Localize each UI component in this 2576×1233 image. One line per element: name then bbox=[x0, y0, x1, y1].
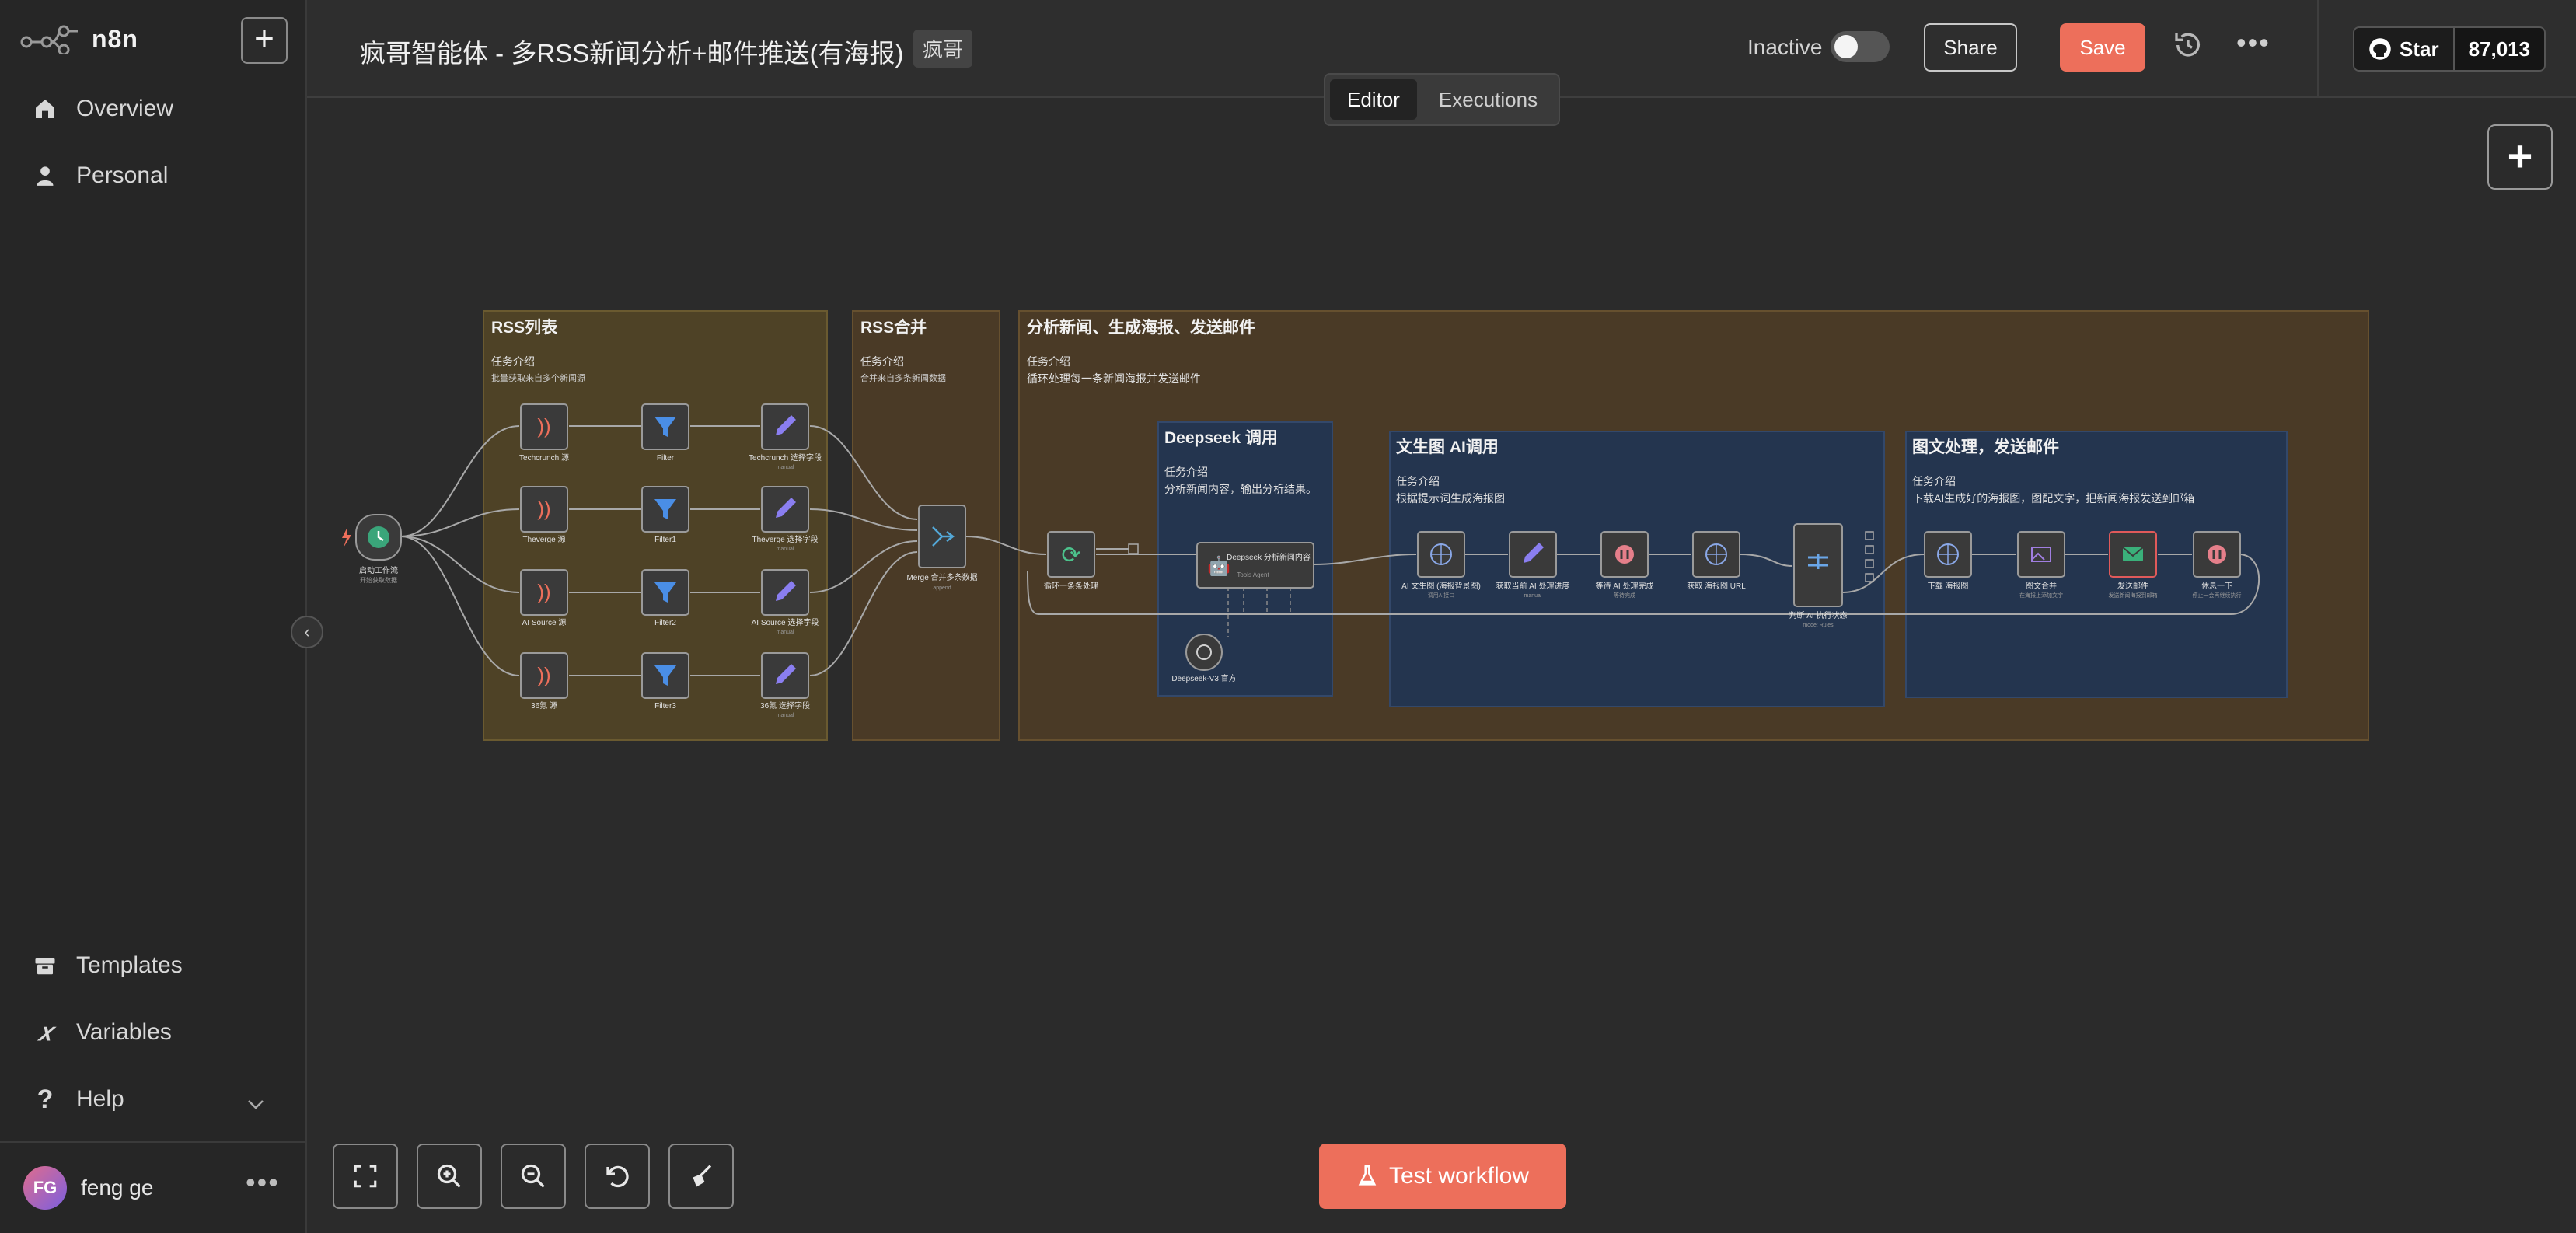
sticky-title: RSS合并 bbox=[860, 318, 927, 337]
sticky-desc: 根据提示词生成海报图 bbox=[1396, 492, 1505, 505]
reset-zoom-button[interactable] bbox=[585, 1144, 650, 1209]
sticky-title: 图文处理，发送邮件 bbox=[1912, 438, 2059, 456]
node-label: Deepseek 分析新闻内容 bbox=[1227, 552, 1311, 562]
node-subtitle: 发送新闻海报到邮箱 bbox=[2109, 592, 2158, 599]
node-label: 获取当前 AI 处理进度 bbox=[1496, 581, 1569, 591]
add-node-button[interactable]: + bbox=[2487, 124, 2553, 190]
node-label: Filter1 bbox=[654, 536, 676, 544]
node-label: 获取 海报图 URL bbox=[1687, 581, 1746, 591]
node-label: 36氪 选择字段 bbox=[760, 700, 810, 711]
sticky-intro: 任务介绍 bbox=[860, 355, 904, 368]
node-label: Techcrunch 选择字段 bbox=[749, 452, 822, 463]
sticky-desc: 合并来自多条新闻数据 bbox=[860, 372, 946, 383]
node-label: Merge 合并多条数据 bbox=[906, 572, 977, 582]
sticky-desc: 分析新闻内容，输出分析结果。 bbox=[1164, 483, 1317, 495]
loop-icon: ⟳ bbox=[1061, 543, 1080, 568]
node-subtitle: manual bbox=[777, 630, 794, 635]
node-label: Filter2 bbox=[654, 619, 676, 627]
trigger-bolt-icon bbox=[342, 529, 351, 547]
workflow-graph: RSS列表 任务介绍 批量获取来自多个新闻源 RSS合并 任务介绍 合并来自多条… bbox=[342, 310, 2369, 741]
node-subtitle: manual bbox=[1524, 593, 1542, 599]
zoom-out-icon bbox=[521, 1164, 545, 1188]
sticky-title: 文生图 AI调用 bbox=[1396, 438, 1499, 456]
node-label: Filter3 bbox=[654, 702, 676, 711]
zoom-out-button[interactable] bbox=[501, 1144, 566, 1209]
tab-editor[interactable]: Editor bbox=[1330, 79, 1417, 120]
sticky-title: 分析新闻、生成海报、发送邮件 bbox=[1027, 318, 1255, 337]
node-label: 发送邮件 bbox=[2117, 581, 2148, 591]
node-trigger[interactable]: 启动工作流 开始获取数据 bbox=[355, 514, 402, 584]
node-label: AI Source 源 bbox=[522, 617, 567, 627]
sticky-intro: 任务介绍 bbox=[1027, 355, 1070, 368]
zoom-in-icon bbox=[437, 1164, 461, 1188]
view-tabs: Editor Executions bbox=[1324, 73, 1560, 126]
node-subtitle: manual bbox=[777, 547, 794, 552]
node-subtitle: 调用AI接口 bbox=[1428, 592, 1455, 599]
node-label: Filter bbox=[657, 454, 675, 463]
node-techcrunch-rss[interactable]: )) Techcrunch 源 bbox=[519, 403, 569, 463]
node-label: Theverge 源 bbox=[522, 534, 565, 544]
undo-icon bbox=[606, 1165, 629, 1188]
node-deepseek-agent[interactable]: 🤖 Deepseek 分析新闻内容 Tools Agent bbox=[1196, 542, 1314, 589]
node-label: 判断 AI 执行状态 bbox=[1789, 610, 1847, 620]
node-subtitle: manual bbox=[777, 713, 794, 718]
node-label: Deepseek-V3 官方 bbox=[1171, 673, 1236, 683]
node-subtitle: 停止一会再继续执行 bbox=[2193, 592, 2242, 599]
node-label: Theverge 选择字段 bbox=[752, 534, 818, 544]
node-theverge-fields[interactable]: Theverge 选择字段 manual bbox=[752, 486, 819, 552]
broom-icon bbox=[693, 1165, 712, 1187]
rss-icon: )) bbox=[537, 663, 550, 686]
sticky-intro: 任务介绍 bbox=[1396, 475, 1440, 487]
sticky-desc: 循环处理每一条新闻海报并发送邮件 bbox=[1027, 372, 1201, 385]
node-label: 图文合并 bbox=[2026, 581, 2057, 591]
node-subtitle: 在海报上添加文字 bbox=[2019, 592, 2063, 599]
node-download-poster[interactable]: 下载 海报图 bbox=[1924, 531, 1972, 591]
pause-icon bbox=[2208, 545, 2226, 564]
rss-icon: )) bbox=[537, 497, 550, 520]
sticky-title: RSS列表 bbox=[491, 319, 558, 337]
node-label: AI 文生图 (海报背景图) bbox=[1401, 581, 1481, 591]
node-label: AI Source 选择字段 bbox=[752, 617, 819, 627]
node-36kr-fields[interactable]: 36氪 选择字段 manual bbox=[760, 652, 810, 718]
sticky-desc: 批量获取来自多个新闻源 bbox=[491, 372, 585, 383]
node-label: Techcrunch 源 bbox=[519, 452, 569, 463]
test-workflow-button[interactable]: Test workflow bbox=[1319, 1144, 1566, 1209]
node-theverge-rss[interactable]: )) Theverge 源 bbox=[520, 486, 568, 544]
node-label: 启动工作流 bbox=[359, 565, 398, 575]
node-get-poster-url[interactable]: 获取 海报图 URL bbox=[1687, 531, 1746, 591]
tab-executions[interactable]: Executions bbox=[1422, 79, 1555, 120]
rss-icon: )) bbox=[537, 414, 550, 438]
fit-view-icon bbox=[354, 1165, 377, 1188]
node-subtitle: mode: Rules bbox=[1803, 623, 1834, 628]
sticky-desc: 下载AI生成好的海报图，图配文字，把新闻海报发送到邮箱 bbox=[1912, 492, 2194, 505]
sticky-intro: 任务介绍 bbox=[491, 355, 535, 368]
node-aisource-rss[interactable]: )) AI Source 源 bbox=[520, 569, 568, 627]
test-workflow-label: Test workflow bbox=[1388, 1163, 1530, 1189]
flask-icon bbox=[1358, 1165, 1377, 1186]
node-subtitle: 等待完成 bbox=[1614, 592, 1635, 599]
sticky-intro: 任务介绍 bbox=[1164, 466, 1208, 478]
node-label: 循环一条条处理 bbox=[1044, 581, 1098, 591]
node-label: 休息一下 bbox=[2201, 581, 2232, 591]
node-aisource-fields[interactable]: AI Source 选择字段 manual bbox=[752, 569, 819, 635]
tidy-up-button[interactable] bbox=[668, 1144, 734, 1209]
sticky-title: Deepseek 调用 bbox=[1164, 429, 1278, 447]
node-subtitle: append bbox=[933, 585, 951, 591]
pause-icon bbox=[1615, 545, 1634, 564]
node-label: 36氪 源 bbox=[531, 700, 557, 711]
node-subtitle: manual bbox=[777, 465, 794, 470]
sticky-intro: 任务介绍 bbox=[1912, 475, 1956, 487]
node-subtitle: Tools Agent bbox=[1237, 571, 1269, 578]
node-wait-ai[interactable]: 等待 AI 处理完成 等待完成 bbox=[1595, 531, 1654, 599]
zoom-in-button[interactable] bbox=[417, 1144, 482, 1209]
rss-icon: )) bbox=[537, 580, 550, 603]
node-label: 下载 海报图 bbox=[1928, 581, 1969, 591]
node-subtitle: 开始获取数据 bbox=[360, 576, 397, 584]
zoom-to-fit-button[interactable] bbox=[333, 1144, 398, 1209]
node-label: 等待 AI 处理完成 bbox=[1595, 581, 1653, 591]
collapse-sidebar-button[interactable]: ‹ bbox=[291, 616, 323, 648]
